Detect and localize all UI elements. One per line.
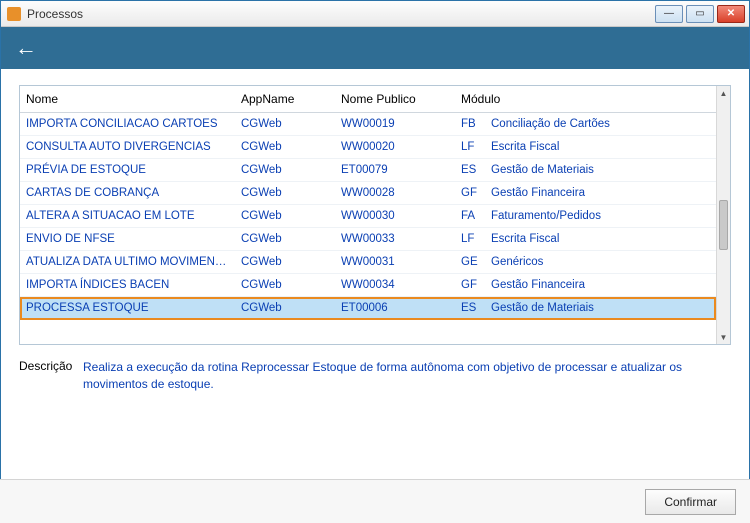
- cell-nome-publico: WW00019: [335, 113, 455, 136]
- table-row[interactable]: CONSULTA AUTO DIVERGENCIASCGWebWW00020LF…: [20, 136, 716, 159]
- table-row[interactable]: ENVIO DE NFSECGWebWW00033LFEscrita Fisca…: [20, 228, 716, 251]
- scroll-up-icon[interactable]: ▲: [717, 86, 730, 100]
- cell-modulo-name: Escrita Fiscal: [485, 136, 716, 159]
- table-row[interactable]: PRÉVIA DE ESTOQUECGWebET00079ESGestão de…: [20, 159, 716, 182]
- col-header-modulo[interactable]: Módulo: [455, 86, 716, 113]
- cell-modulo-code: GF: [455, 182, 485, 205]
- cell-appname: CGWeb: [235, 136, 335, 159]
- close-button[interactable]: ✕: [717, 5, 745, 23]
- table-row[interactable]: ATUALIZA DATA ULTIMO MOVIMENTOCGWebWW000…: [20, 251, 716, 274]
- grid-header-row: Nome AppName Nome Publico Módulo: [20, 86, 716, 113]
- cell-nome: ALTERA A SITUACAO EM LOTE: [20, 205, 235, 228]
- grid-scrollbar[interactable]: ▲ ▼: [716, 86, 730, 344]
- cell-modulo-name: Gestão Financeira: [485, 182, 716, 205]
- window-titlebar: Processos — ▭ ✕: [1, 1, 749, 27]
- cell-appname: CGWeb: [235, 159, 335, 182]
- cell-appname: CGWeb: [235, 251, 335, 274]
- col-header-nome-publico[interactable]: Nome Publico: [335, 86, 455, 113]
- cell-appname: CGWeb: [235, 113, 335, 136]
- cell-appname: CGWeb: [235, 274, 335, 297]
- footer-bar: Confirmar: [0, 479, 750, 523]
- cell-modulo-code: FB: [455, 113, 485, 136]
- cell-nome-publico: WW00034: [335, 274, 455, 297]
- process-grid: Nome AppName Nome Publico Módulo IMPORTA…: [19, 85, 731, 345]
- table-row[interactable]: ALTERA A SITUACAO EM LOTECGWebWW00030FAF…: [20, 205, 716, 228]
- cell-nome: PRÉVIA DE ESTOQUE: [20, 159, 235, 182]
- minimize-button[interactable]: —: [655, 5, 683, 23]
- cell-nome: IMPORTA ÍNDICES BACEN: [20, 274, 235, 297]
- cell-nome: CARTAS DE COBRANÇA: [20, 182, 235, 205]
- table-row[interactable]: PROCESSA ESTOQUECGWebET00006ESGestão de …: [20, 297, 716, 320]
- scroll-thumb[interactable]: [719, 200, 728, 250]
- description-label: Descrição: [19, 359, 83, 393]
- cell-appname: CGWeb: [235, 297, 335, 320]
- cell-modulo-code: LF: [455, 136, 485, 159]
- cell-nome-publico: ET00079: [335, 159, 455, 182]
- back-arrow-icon[interactable]: ←: [15, 35, 37, 61]
- cell-modulo-code: LF: [455, 228, 485, 251]
- cell-appname: CGWeb: [235, 228, 335, 251]
- cell-nome-publico: WW00028: [335, 182, 455, 205]
- cell-nome: ATUALIZA DATA ULTIMO MOVIMENTO: [20, 251, 235, 274]
- cell-nome-publico: WW00030: [335, 205, 455, 228]
- header-bar: ←: [1, 27, 749, 69]
- maximize-button[interactable]: ▭: [686, 5, 714, 23]
- cell-appname: CGWeb: [235, 182, 335, 205]
- cell-nome: CONSULTA AUTO DIVERGENCIAS: [20, 136, 235, 159]
- window-title: Processos: [27, 7, 655, 21]
- scroll-down-icon[interactable]: ▼: [717, 330, 730, 344]
- scroll-track[interactable]: [717, 100, 730, 330]
- cell-nome-publico: ET00006: [335, 297, 455, 320]
- cell-nome-publico: WW00033: [335, 228, 455, 251]
- cell-modulo-code: ES: [455, 159, 485, 182]
- app-icon: [7, 7, 21, 21]
- cell-nome: ENVIO DE NFSE: [20, 228, 235, 251]
- cell-modulo-name: Gestão de Materiais: [485, 297, 716, 320]
- cell-modulo-code: ES: [455, 297, 485, 320]
- cell-modulo-code: FA: [455, 205, 485, 228]
- cell-nome: PROCESSA ESTOQUE: [20, 297, 235, 320]
- cell-modulo-name: Genéricos: [485, 251, 716, 274]
- cell-modulo-name: Gestão Financeira: [485, 274, 716, 297]
- cell-modulo-code: GF: [455, 274, 485, 297]
- col-header-appname[interactable]: AppName: [235, 86, 335, 113]
- cell-modulo-name: Escrita Fiscal: [485, 228, 716, 251]
- cell-appname: CGWeb: [235, 205, 335, 228]
- cell-modulo-code: GE: [455, 251, 485, 274]
- cell-modulo-name: Conciliação de Cartões: [485, 113, 716, 136]
- col-header-nome[interactable]: Nome: [20, 86, 235, 113]
- description-row: Descrição Realiza a execução da rotina R…: [19, 359, 731, 393]
- description-text: Realiza a execução da rotina Reprocessar…: [83, 359, 731, 393]
- confirm-button[interactable]: Confirmar: [645, 489, 736, 515]
- cell-modulo-name: Faturamento/Pedidos: [485, 205, 716, 228]
- table-row[interactable]: IMPORTA CONCILIACAO CARTOESCGWebWW00019F…: [20, 113, 716, 136]
- cell-nome-publico: WW00031: [335, 251, 455, 274]
- cell-nome-publico: WW00020: [335, 136, 455, 159]
- cell-nome: IMPORTA CONCILIACAO CARTOES: [20, 113, 235, 136]
- table-row[interactable]: CARTAS DE COBRANÇACGWebWW00028GFGestão F…: [20, 182, 716, 205]
- table-row[interactable]: IMPORTA ÍNDICES BACENCGWebWW00034GFGestã…: [20, 274, 716, 297]
- cell-modulo-name: Gestão de Materiais: [485, 159, 716, 182]
